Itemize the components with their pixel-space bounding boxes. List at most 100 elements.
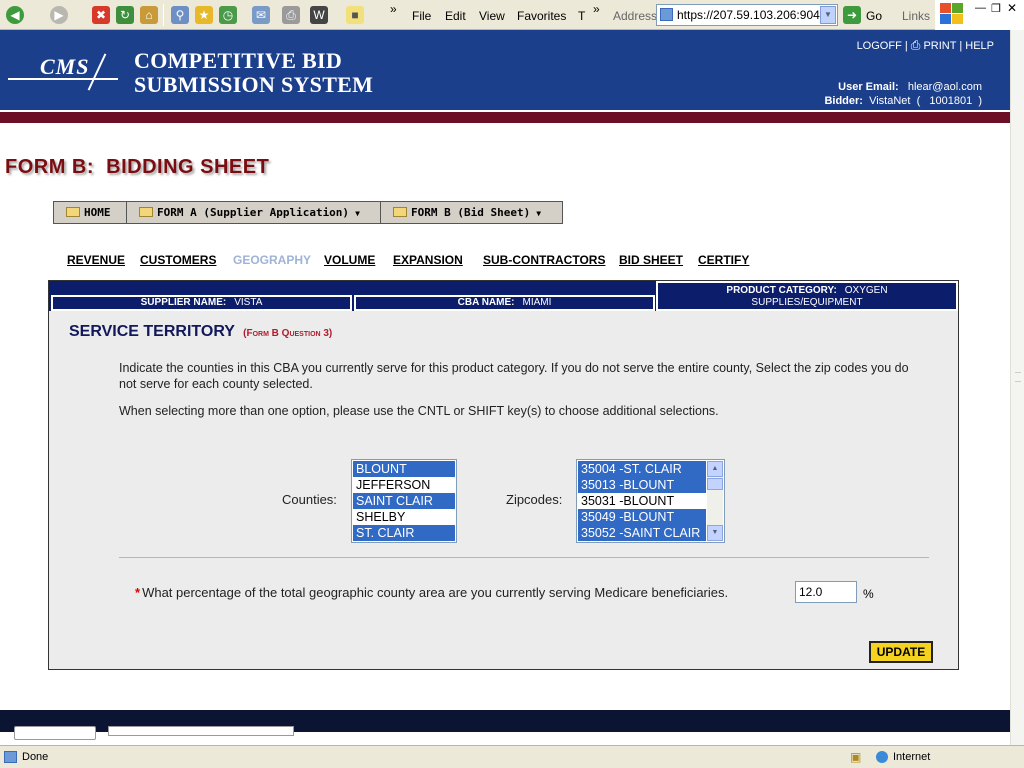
refresh-icon[interactable]: ↻: [116, 6, 134, 24]
scroll-down-icon[interactable]: ▼: [707, 525, 723, 541]
mail-icon[interactable]: ✉: [252, 6, 270, 24]
tab-sub-contractors[interactable]: SUB-CONTRACTORS: [483, 253, 605, 267]
tab-bid-sheet[interactable]: BID SHEET: [619, 253, 683, 267]
tab-expansion[interactable]: EXPANSION: [393, 253, 463, 267]
stop-icon[interactable]: ✖: [92, 6, 110, 24]
logo-slash: [87, 53, 107, 91]
county-option[interactable]: SHELBY: [353, 509, 455, 525]
lock-icon: ▣: [850, 750, 862, 764]
folder-icon: [66, 207, 80, 217]
menu-favorites[interactable]: Favorites: [517, 9, 566, 23]
home-icon[interactable]: ⌂: [140, 6, 158, 24]
minimize-icon[interactable]: —: [975, 2, 986, 14]
tab-volume[interactable]: VOLUME: [324, 253, 375, 267]
search-icon[interactable]: ⚲: [171, 6, 189, 24]
page-scrollbar[interactable]: [1010, 30, 1024, 745]
menu-chevron-icon[interactable]: »: [593, 2, 600, 16]
tab-geography: GEOGRAPHY: [233, 253, 312, 267]
tab-customers[interactable]: CUSTOMERS: [140, 253, 216, 267]
history-icon[interactable]: ◷: [219, 6, 237, 24]
header-links: LOGOFF | ⎙ PRINT | HELP: [857, 38, 994, 53]
home-button[interactable]: HOME: [53, 201, 127, 224]
help-link[interactable]: HELP: [965, 40, 994, 52]
product-category-label: PRODUCT CATEGORY:: [726, 285, 837, 296]
cba-name-label: CBA NAME:: [457, 297, 515, 308]
system-title-line2: SUBMISSION SYSTEM: [134, 72, 374, 97]
zipcode-option[interactable]: 35013 -BLOUNT: [578, 477, 706, 493]
product-category-cell: PRODUCT CATEGORY: OXYGEN SUPPLIES/EQUIPME…: [656, 281, 958, 311]
page-icon: [660, 8, 673, 21]
coverage-question-text: What percentage of the total geographic …: [142, 585, 729, 600]
favorites-icon[interactable]: ★: [195, 6, 213, 24]
bidder-value: VistaNet ( 1001801 ): [869, 95, 982, 107]
tab-revenue[interactable]: REVENUE: [67, 253, 125, 267]
zipcode-option[interactable]: 35052 -SAINT CLAIR: [578, 525, 706, 541]
scroll-up-icon[interactable]: ▲: [707, 461, 723, 477]
update-button[interactable]: UPDATE: [869, 641, 933, 663]
forward-icon[interactable]: ▶: [50, 6, 68, 24]
county-option[interactable]: ST. CLAIR: [353, 525, 455, 541]
go-button[interactable]: Go: [866, 9, 882, 23]
logoff-link[interactable]: LOGOFF: [857, 40, 902, 52]
county-option[interactable]: JEFFERSON: [353, 477, 455, 493]
links-label[interactable]: Links: [902, 9, 930, 23]
zipcodes-scrollbar[interactable]: ▲ ▼: [707, 461, 723, 541]
menu-file[interactable]: File: [412, 9, 431, 23]
zipcode-option[interactable]: 35049 -BLOUNT: [578, 509, 706, 525]
address-label: Address: [613, 9, 658, 23]
system-title: COMPETITIVE BID SUBMISSION SYSTEM: [134, 49, 373, 97]
county-option[interactable]: BLOUNT: [353, 461, 455, 477]
form-b-menu-button[interactable]: FORM B (Bid Sheet) ▼: [380, 201, 563, 224]
printer-icon[interactable]: ⎙: [911, 38, 921, 52]
address-field[interactable]: https://207.59.103.206:9045 ▼: [656, 4, 838, 26]
zipcode-option[interactable]: 35004 -ST. CLAIR: [578, 461, 706, 477]
section-title-text: SERVICE TERRITORY: [69, 323, 235, 340]
close-icon[interactable]: ✕: [1007, 1, 1017, 15]
go-icon[interactable]: ➜: [843, 6, 861, 24]
scroll-thumb[interactable]: [707, 478, 723, 490]
toolbar-chevron-icon[interactable]: »: [390, 2, 397, 16]
address-url: https://207.59.103.206:9045: [677, 8, 827, 22]
status-text: Done: [22, 751, 49, 763]
footer-box: [108, 726, 294, 736]
edit-icon[interactable]: W: [310, 6, 328, 24]
zipcodes-listbox[interactable]: 35004 -ST. CLAIR 35013 -BLOUNT 35031 -BL…: [576, 459, 725, 543]
menu-tools[interactable]: T: [578, 9, 585, 23]
print-icon[interactable]: ⎙: [282, 6, 300, 24]
supplier-name-cell: SUPPLIER NAME: VISTA: [51, 295, 352, 311]
coverage-percentage-input[interactable]: 12.0: [795, 581, 857, 603]
zipcode-option[interactable]: 35031 -BLOUNT: [578, 493, 706, 509]
site-banner: CMS COMPETITIVE BID SUBMISSION SYSTEM LO…: [0, 30, 1010, 110]
cms-logo[interactable]: CMS: [8, 52, 118, 96]
percent-unit: %: [863, 587, 874, 601]
form-a-menu-button[interactable]: FORM A (Supplier Application) ▼: [126, 201, 381, 224]
cba-name-cell: CBA NAME: MIAMI: [354, 295, 655, 311]
supplier-name-value: VISTA: [234, 297, 263, 308]
folder-icon: [139, 207, 153, 217]
internet-zone-icon: [876, 751, 888, 763]
menu-edit[interactable]: Edit: [445, 9, 466, 23]
cms-logo-text: CMS: [40, 54, 90, 79]
tab-certify[interactable]: CERTIFY: [698, 253, 749, 267]
footer-seal-icon: [14, 726, 96, 740]
form-b-label: FORM B (Bid Sheet): [411, 206, 531, 219]
banner-accent-strip: [0, 110, 1010, 123]
system-title-line1: COMPETITIVE BID: [134, 48, 343, 73]
user-info: User Email: hlear@aol.com Bidder: VistaN…: [824, 80, 982, 108]
bidder-label: Bidder:: [824, 95, 863, 107]
required-marker: *: [135, 585, 141, 600]
discuss-icon[interactable]: ■: [346, 6, 364, 24]
section-subtitle: (Form B Question 3): [243, 328, 333, 339]
address-dropdown-icon[interactable]: ▼: [820, 6, 836, 24]
toolbar-separator: [163, 4, 164, 26]
county-option[interactable]: SAINT CLAIR: [353, 493, 455, 509]
scroll-grip-icon[interactable]: [1015, 372, 1021, 382]
print-link[interactable]: PRINT: [923, 40, 956, 52]
menu-view[interactable]: View: [479, 9, 505, 23]
supplier-name-label: SUPPLIER NAME:: [140, 297, 227, 308]
selection-hint: When selecting more than one option, ple…: [119, 404, 719, 418]
restore-icon[interactable]: ❐: [991, 2, 1001, 15]
back-icon[interactable]: ◀: [6, 6, 24, 24]
chevron-down-icon: ▼: [536, 209, 542, 218]
counties-listbox[interactable]: BLOUNT JEFFERSON SAINT CLAIR SHELBY ST. …: [351, 459, 457, 543]
